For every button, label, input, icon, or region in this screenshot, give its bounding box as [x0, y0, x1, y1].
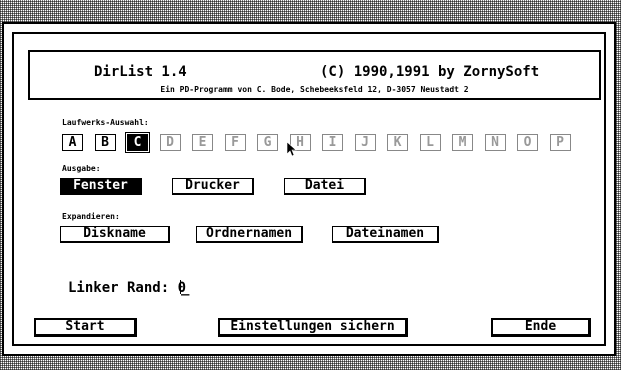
drive-g-button: G [257, 134, 278, 151]
output-label: Ausgabe: [62, 164, 101, 173]
drive-b-button[interactable]: B [94, 134, 116, 151]
end-button[interactable]: Ende [491, 318, 591, 337]
start-button[interactable]: Start [34, 318, 137, 337]
output-file-button[interactable]: Datei [284, 178, 366, 195]
mouse-pointer-icon [286, 141, 297, 161]
dirlist-dialog: DirList 1.4 (C) 1990,1991 by ZornySoft E… [2, 22, 616, 356]
dialog-frame: DirList 1.4 (C) 1990,1991 by ZornySoft E… [12, 32, 606, 346]
title-box: DirList 1.4 (C) 1990,1991 by ZornySoft E… [28, 50, 601, 100]
left-margin-label: Linker Rand: [68, 280, 170, 296]
output-printer-button[interactable]: Drucker [172, 178, 254, 195]
drive-a-button[interactable]: A [62, 134, 83, 151]
drive-o-button: O [517, 134, 538, 151]
drive-i-button: I [322, 134, 343, 151]
drive-d-button: D [159, 134, 181, 151]
drive-n-button: N [484, 134, 506, 151]
drive-c-button[interactable]: C [125, 132, 150, 153]
drive-m-button: M [452, 134, 473, 151]
expand-label: Expandieren: [62, 212, 120, 221]
drive-k-button: K [387, 134, 408, 151]
drive-l-button: L [419, 134, 441, 151]
left-margin-blank: _ [181, 280, 190, 296]
expand-diskname-button[interactable]: Diskname [60, 226, 170, 243]
drive-j-button: J [354, 134, 376, 151]
output-window-button[interactable]: Fenster [60, 178, 142, 195]
save-settings-button[interactable]: Einstellungen sichern [218, 318, 408, 337]
expand-filenames-button[interactable]: Dateinamen [332, 226, 439, 243]
drive-e-button: E [192, 134, 213, 151]
copyright: (C) 1990,1991 by ZornySoft [320, 64, 540, 80]
drive-p-button: P [549, 134, 571, 151]
left-margin-field[interactable]: Linker Rand: 0_ [68, 280, 189, 296]
expand-foldernames-button[interactable]: Ordnernamen [196, 226, 303, 243]
drive-f-button: F [224, 134, 246, 151]
author-line: Ein PD-Programm von C. Bode, Schebeeksfe… [160, 85, 469, 94]
app-name: DirList 1.4 [94, 64, 187, 80]
drive-selection-label: Laufwerks-Auswahl: [62, 118, 149, 127]
